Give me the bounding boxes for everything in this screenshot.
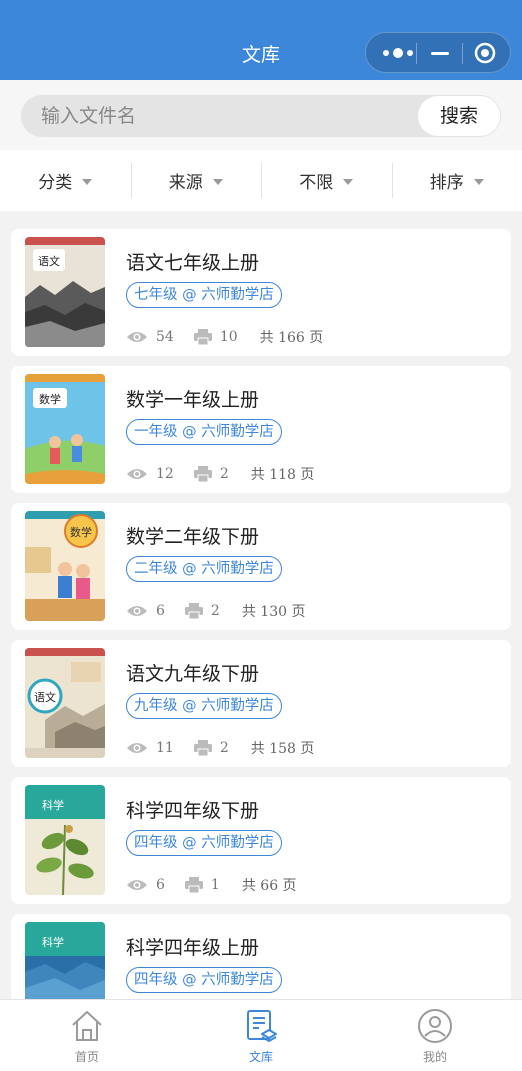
- search-input[interactable]: [41, 95, 421, 137]
- cover-title: 数学: [70, 525, 92, 539]
- tab-bar: 首页 文库 我的: [0, 999, 522, 1071]
- filter-label: 排序: [429, 173, 464, 193]
- filter-sort[interactable]: 排序: [391, 150, 522, 211]
- document-tag: 二年级 @ 六师勤学店: [126, 556, 282, 582]
- document-stats: 11 2 共 158 页: [126, 738, 314, 758]
- tab-home[interactable]: 首页: [0, 1000, 174, 1071]
- document-card[interactable]: 语文 语文七年级上册 七年级 @ 六师勤学店 54 10 共 166 页: [11, 229, 511, 356]
- views-count: 11: [156, 740, 174, 756]
- search-button[interactable]: 搜索: [418, 96, 500, 136]
- prints-count: 2: [219, 466, 229, 482]
- document-tag: 四年级 @ 六师勤学店: [126, 967, 282, 993]
- filter-bar: 分类 来源 不限 排序: [0, 150, 522, 211]
- capsule-divider: [462, 43, 463, 64]
- eye-icon: [127, 469, 147, 479]
- minimize-icon[interactable]: [431, 52, 449, 55]
- tab-library[interactable]: 文库: [174, 1000, 348, 1071]
- views-count: 54: [156, 329, 174, 345]
- tab-label: 我的: [422, 1050, 447, 1064]
- eye-icon: [127, 606, 147, 616]
- home-icon: [72, 1011, 102, 1041]
- book-cover: 科学: [25, 785, 105, 895]
- document-title: 科学四年级上册: [126, 937, 260, 959]
- document-stats: 6 2 共 130 页: [126, 601, 305, 621]
- book-cover: 数学: [25, 374, 105, 484]
- eye-icon: [127, 332, 147, 342]
- document-title: 语文九年级下册: [126, 663, 260, 685]
- cover-title: 语文: [34, 690, 56, 704]
- document-title: 科学四年级下册: [126, 800, 260, 822]
- page-count: 共 66 页: [241, 878, 297, 894]
- prints-count: 2: [210, 603, 220, 619]
- document-tag: 四年级 @ 六师勤学店: [126, 830, 282, 856]
- filter-category[interactable]: 分类: [0, 150, 131, 211]
- tab-label: 文库: [248, 1050, 273, 1064]
- more-icon[interactable]: [380, 45, 416, 61]
- tab-label: 首页: [74, 1050, 99, 1064]
- caret-down-icon: [82, 178, 93, 185]
- book-cover: 数学: [25, 511, 105, 621]
- cover-title: 科学: [42, 798, 64, 812]
- eye-icon: [127, 880, 147, 890]
- mini-program-capsule: [365, 32, 511, 73]
- cover-title: 数学: [39, 392, 61, 406]
- printer-icon: [193, 740, 212, 756]
- views-count: 6: [156, 603, 165, 619]
- document-title: 语文七年级上册: [126, 252, 260, 274]
- document-card[interactable]: 数学 数学一年级上册 一年级 @ 六师勤学店 12 2 共 118 页: [11, 366, 511, 493]
- user-icon: [418, 1009, 452, 1043]
- filter-label: 来源: [168, 173, 203, 193]
- search-bar: 搜索: [0, 80, 522, 150]
- library-icon: [247, 1010, 277, 1042]
- document-tag: 一年级 @ 六师勤学店: [126, 419, 282, 445]
- document-title: 数学一年级上册: [126, 389, 260, 411]
- prints-count: 10: [219, 329, 238, 345]
- page-count: 共 130 页: [241, 604, 306, 620]
- caret-down-icon: [473, 178, 484, 185]
- book-cover: 语文: [25, 648, 105, 758]
- printer-icon: [184, 603, 203, 619]
- document-title: 数学二年级下册: [126, 526, 260, 548]
- caret-down-icon: [212, 178, 223, 185]
- printer-icon: [193, 329, 212, 345]
- document-tag: 七年级 @ 六师勤学店: [126, 282, 282, 308]
- document-card[interactable]: 语文 语文九年级下册 九年级 @ 六师勤学店 11 2 共 158 页: [11, 640, 511, 767]
- printer-icon: [193, 466, 212, 482]
- search-box: 搜索: [21, 95, 501, 137]
- prints-count: 1: [210, 877, 220, 893]
- views-count: 6: [156, 877, 165, 893]
- printer-icon: [184, 877, 203, 893]
- cover-title: 语文: [38, 254, 60, 268]
- views-count: 12: [156, 466, 174, 482]
- close-circle-icon[interactable]: [474, 42, 496, 64]
- page-count: 共 166 页: [259, 330, 324, 346]
- book-cover: 语文: [25, 237, 105, 347]
- document-stats: 6 1 共 66 页: [126, 875, 297, 895]
- caret-down-icon: [343, 178, 354, 185]
- document-card[interactable]: 数学 数学二年级下册 二年级 @ 六师勤学店 6 2 共 130 页: [11, 503, 511, 630]
- filter-limit[interactable]: 不限: [261, 150, 392, 211]
- filter-source[interactable]: 来源: [130, 150, 262, 211]
- cover-title: 科学: [42, 935, 64, 949]
- document-stats: 12 2 共 118 页: [126, 464, 314, 484]
- capsule-divider: [416, 43, 417, 64]
- eye-icon: [127, 743, 147, 753]
- document-tag: 九年级 @ 六师勤学店: [126, 693, 282, 719]
- prints-count: 2: [219, 740, 229, 756]
- document-card[interactable]: 科学 科学四年级下册 四年级 @ 六师勤学店 6 1 共 66 页: [11, 777, 511, 904]
- filter-label: 不限: [299, 173, 334, 193]
- nav-header: 文库: [0, 0, 522, 80]
- page-count: 共 118 页: [250, 467, 315, 483]
- page-count: 共 158 页: [250, 741, 315, 757]
- document-stats: 54 10 共 166 页: [126, 327, 323, 347]
- filter-label: 分类: [38, 173, 73, 193]
- tab-mine[interactable]: 我的: [348, 1000, 522, 1071]
